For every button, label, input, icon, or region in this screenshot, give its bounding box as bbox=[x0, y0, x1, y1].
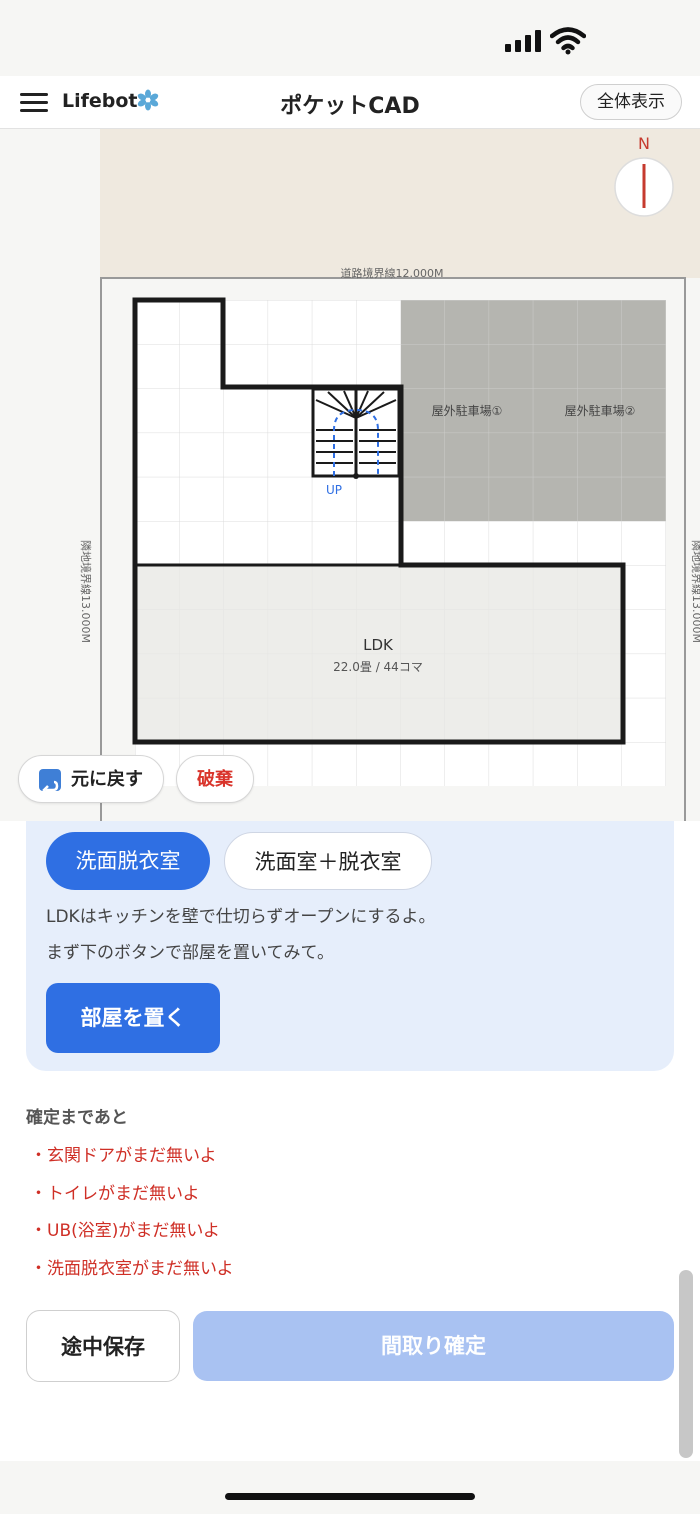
option-washroom[interactable]: 洗面脱衣室 bbox=[46, 832, 210, 890]
parking-1-label: 屋外駐車場① bbox=[432, 403, 503, 418]
ldk-room-size: 22.0畳 / 44コマ bbox=[333, 660, 423, 674]
todo-item: ・トイレがまだ無いよ bbox=[30, 1184, 200, 1204]
stairs-up-label: UP bbox=[326, 483, 342, 497]
stairs[interactable] bbox=[311, 387, 401, 479]
hint-message-2: まず下のボタンで部屋を置いてみて。 bbox=[46, 943, 334, 963]
wifi-icon bbox=[550, 27, 586, 55]
scrollbar-thumb[interactable] bbox=[679, 1270, 693, 1458]
save-draft-button[interactable]: 途中保存 bbox=[26, 1310, 180, 1382]
menu-icon[interactable] bbox=[20, 93, 48, 113]
todo-item: ・玄関ドアがまだ無いよ bbox=[30, 1146, 217, 1166]
compass-icon bbox=[614, 157, 674, 217]
home-indicator[interactable] bbox=[225, 1493, 475, 1500]
road-boundary-label: 道路境界線12.000M bbox=[341, 266, 444, 280]
left-boundary-label: 隣地境界線13.000M bbox=[79, 540, 93, 643]
hint-message-1: LDKはキッチンを壁で仕切らずオープンにするよ。 bbox=[46, 907, 436, 927]
cellular-signal-icon bbox=[505, 30, 541, 52]
cad-canvas[interactable]: 道路境界線12.000M 隣地境界線13.000M 隣地境界線13.000M 屋… bbox=[0, 129, 700, 821]
compass-north-label: N bbox=[638, 134, 650, 153]
ldk-room-name: LDK bbox=[363, 636, 394, 654]
home-area bbox=[0, 1461, 700, 1514]
option-washroom-plus-dressing[interactable]: 洗面室＋脱衣室 bbox=[224, 832, 432, 890]
right-boundary-label: 隣地境界線13.000M bbox=[690, 540, 700, 643]
discard-button[interactable]: 破棄 bbox=[176, 755, 254, 803]
app-header: Lifebot ポケットCAD 全体表示 bbox=[0, 76, 700, 129]
confirm-layout-button[interactable]: 間取り確定 bbox=[193, 1311, 674, 1381]
floor-plan[interactable]: 道路境界線12.000M 隣地境界線13.000M 隣地境界線13.000M 屋… bbox=[0, 129, 700, 821]
brand-logo: Lifebot bbox=[62, 90, 138, 112]
todo-item: ・UB(浴室)がまだ無いよ bbox=[30, 1221, 221, 1241]
fit-all-button[interactable]: 全体表示 bbox=[580, 84, 682, 120]
todo-title: 確定まであと bbox=[26, 1108, 128, 1128]
road-area bbox=[100, 129, 700, 278]
status-bar bbox=[0, 0, 700, 76]
flower-icon bbox=[137, 89, 159, 111]
todo-item: ・洗面脱衣室がまだ無いよ bbox=[30, 1259, 234, 1279]
parking-2-label: 屋外駐車場② bbox=[565, 403, 636, 418]
undo-label: 元に戻す bbox=[71, 769, 143, 790]
place-room-button[interactable]: 部屋を置く bbox=[46, 983, 220, 1053]
undo-button[interactable]: 元に戻す bbox=[18, 755, 164, 803]
undo-icon bbox=[39, 769, 61, 795]
